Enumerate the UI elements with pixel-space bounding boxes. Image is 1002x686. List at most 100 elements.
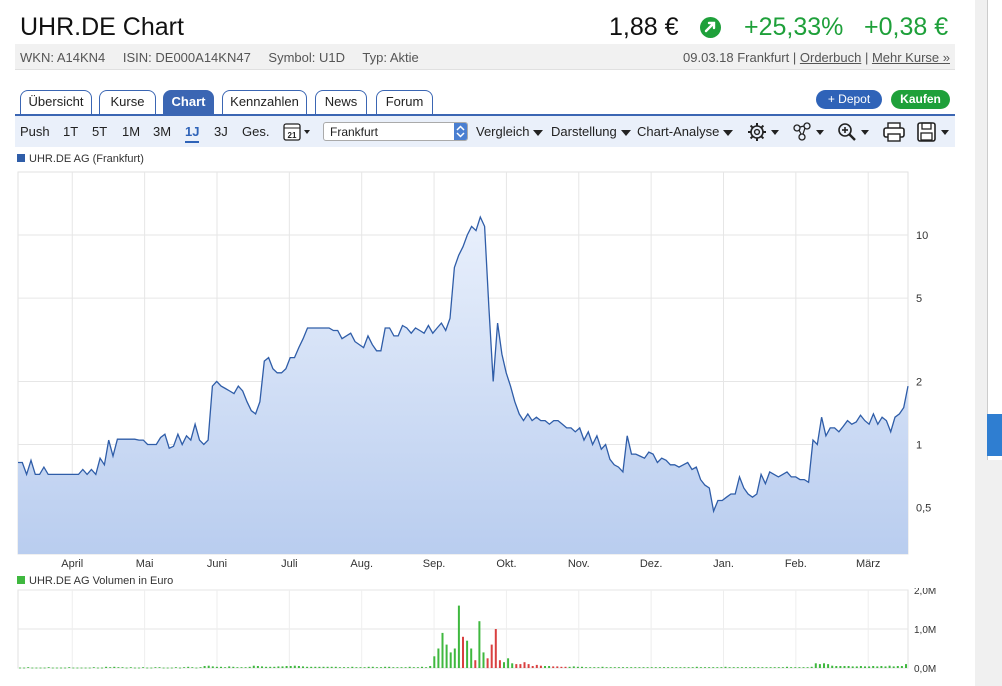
range-3j[interactable]: 3J bbox=[214, 124, 228, 139]
volume-bar bbox=[531, 666, 534, 668]
volume-bar bbox=[613, 667, 616, 668]
x-tick-label: Dez. bbox=[640, 558, 663, 570]
x-tick-label: April bbox=[61, 558, 83, 570]
volume-bar bbox=[203, 666, 206, 668]
volume-bar bbox=[248, 666, 251, 668]
volume-bar bbox=[240, 667, 243, 668]
range-gesamt[interactable]: Ges. bbox=[242, 124, 269, 139]
volume-bar bbox=[125, 667, 128, 669]
volume-bar bbox=[232, 666, 235, 668]
volume-chart[interactable]: 2,0M 1,0M 0,0M bbox=[15, 588, 955, 680]
print-icon[interactable] bbox=[883, 122, 907, 142]
x-tick-label: Jan. bbox=[713, 558, 734, 570]
volume-bar bbox=[363, 667, 366, 668]
range-1t[interactable]: 1T bbox=[63, 124, 78, 139]
tab-uebersicht[interactable]: Übersicht bbox=[20, 90, 92, 114]
volume-bar bbox=[174, 667, 177, 668]
symbol-label: Symbol: U1D bbox=[268, 50, 345, 65]
volume-bar bbox=[494, 629, 497, 668]
volume-bar bbox=[839, 666, 842, 668]
range-1m[interactable]: 1M bbox=[122, 124, 140, 139]
volume-bar bbox=[338, 667, 341, 668]
volume-bar bbox=[675, 667, 678, 668]
right-panel-button[interactable] bbox=[987, 414, 1002, 456]
tab-kennzahlen[interactable]: Kennzahlen bbox=[222, 90, 307, 114]
volume-bar bbox=[470, 648, 473, 668]
volume-bar bbox=[687, 667, 690, 668]
volume-bar bbox=[794, 667, 797, 668]
chart-analyse-menu[interactable]: Chart-Analyse bbox=[637, 124, 733, 139]
volume-bar bbox=[285, 666, 288, 668]
volume-bar bbox=[76, 667, 79, 669]
volume-bar bbox=[396, 667, 399, 668]
instrument-meta: WKN: A14KN4 ISIN: DE000A14KN47 Symbol: U… bbox=[15, 44, 955, 70]
x-tick-label: März bbox=[856, 558, 880, 570]
volume-bar bbox=[498, 660, 501, 668]
volume-bar bbox=[740, 667, 743, 668]
volume-bar bbox=[109, 667, 112, 668]
volume-bar bbox=[847, 666, 850, 668]
chart-toolbar: Push 1T 5T 1M 3M 1J 3J Ges. 21 Frankfurt… bbox=[15, 114, 955, 147]
volume-bar bbox=[133, 667, 136, 669]
exchange-select[interactable]: Frankfurt bbox=[323, 122, 468, 141]
zoom-icon[interactable] bbox=[837, 122, 873, 142]
settings-icon[interactable] bbox=[747, 122, 783, 142]
volume-bar bbox=[527, 664, 530, 668]
range-5t[interactable]: 5T bbox=[92, 124, 107, 139]
volume-bar bbox=[273, 666, 276, 668]
change-absolute: +0,38 € bbox=[864, 13, 949, 41]
volume-bar bbox=[343, 667, 345, 668]
volume-bar bbox=[35, 667, 38, 669]
volume-bar bbox=[552, 666, 555, 668]
x-tick-label: Nov. bbox=[568, 558, 590, 570]
volume-bar bbox=[47, 667, 50, 668]
volume-bar bbox=[814, 663, 817, 668]
volume-bar bbox=[745, 667, 747, 668]
darstellung-menu[interactable]: Darstellung bbox=[551, 124, 631, 139]
volume-bar bbox=[158, 667, 161, 668]
volume-bar bbox=[490, 644, 493, 668]
volume-bar bbox=[880, 666, 883, 668]
volume-bar bbox=[314, 666, 317, 668]
volume-bar bbox=[724, 666, 727, 668]
volume-bar bbox=[900, 666, 903, 668]
vergleich-menu[interactable]: Vergleich bbox=[476, 124, 543, 139]
volume-bar bbox=[581, 666, 583, 668]
range-3m[interactable]: 3M bbox=[153, 124, 171, 139]
volume-bar bbox=[605, 667, 608, 668]
range-1j[interactable]: 1J bbox=[185, 124, 200, 143]
volume-bar bbox=[630, 667, 633, 668]
volume-bar bbox=[23, 667, 26, 669]
volume-bar bbox=[486, 658, 489, 669]
save-icon[interactable] bbox=[917, 122, 953, 142]
range-push[interactable]: Push bbox=[20, 124, 50, 139]
volume-bar bbox=[80, 667, 83, 669]
tab-chart[interactable]: Chart bbox=[163, 90, 214, 114]
tab-forum[interactable]: Forum bbox=[376, 90, 433, 114]
volume-bar bbox=[19, 667, 21, 669]
orderbuch-link[interactable]: Orderbuch bbox=[800, 50, 861, 65]
calendar-icon[interactable]: 21 bbox=[283, 122, 315, 142]
volume-bar bbox=[437, 648, 440, 668]
add-depot-button[interactable]: + Depot bbox=[816, 90, 882, 109]
mehr-kurse-link[interactable]: Mehr Kurse » bbox=[872, 50, 950, 65]
tab-kurse[interactable]: Kurse bbox=[99, 90, 156, 114]
volume-bar bbox=[117, 667, 120, 668]
volume-bar bbox=[704, 667, 706, 668]
volume-bar bbox=[84, 667, 87, 669]
volume-bar bbox=[568, 666, 571, 668]
volume-bar bbox=[798, 667, 801, 668]
volume-bar bbox=[851, 666, 854, 668]
buy-button[interactable]: Kaufen bbox=[891, 90, 950, 109]
legend-label: UHR.DE AG (Frankfurt) bbox=[29, 153, 144, 165]
tab-news[interactable]: News bbox=[315, 90, 367, 114]
price-chart[interactable]: April Mai Juni Juli Aug. Sep. Okt. Nov. Dez. Jan.… bbox=[15, 168, 955, 573]
volume-bar bbox=[449, 652, 452, 668]
volume-bar bbox=[261, 666, 263, 668]
volume-bar bbox=[355, 667, 358, 668]
volume-bar bbox=[51, 667, 54, 669]
volume-bar bbox=[445, 644, 448, 668]
share-icon[interactable] bbox=[792, 122, 828, 142]
volume-bar bbox=[720, 667, 723, 668]
volume-bar bbox=[388, 666, 391, 668]
